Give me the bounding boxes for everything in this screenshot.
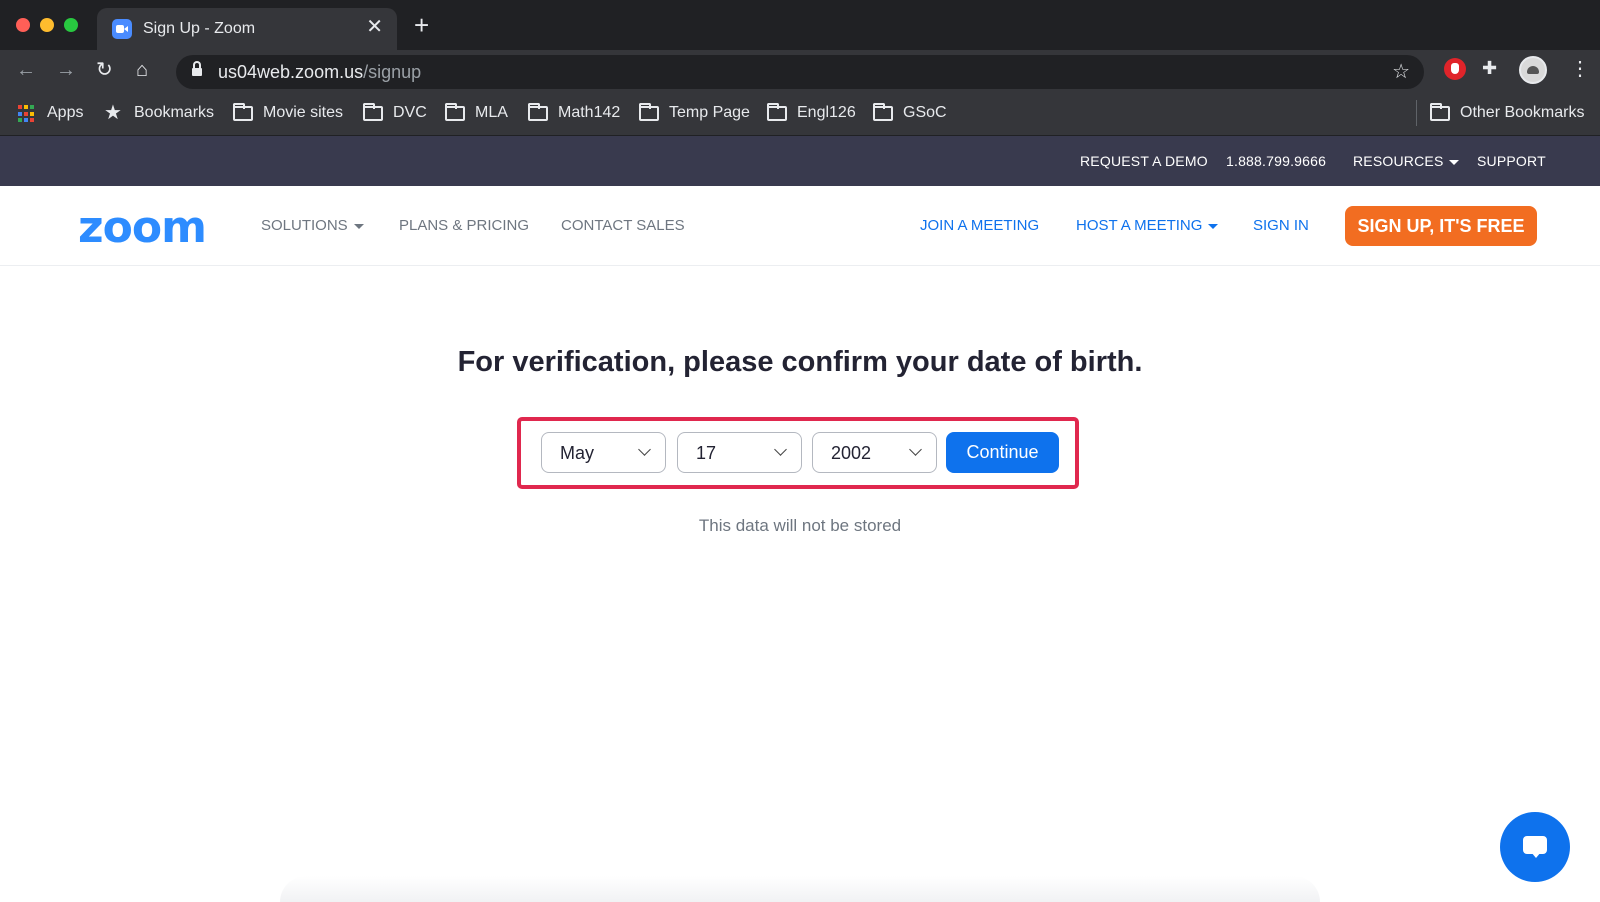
bookmark-folder-engl126[interactable]: Engl126 <box>797 104 856 122</box>
home-icon[interactable]: ⌂ <box>136 58 148 82</box>
adblock-extension-icon[interactable] <box>1444 58 1466 80</box>
year-select[interactable]: 2002 <box>812 432 937 473</box>
day-value: 17 <box>696 443 717 463</box>
plans-pricing-link[interactable]: PLANS & PRICING <box>399 217 529 234</box>
address-bar[interactable]: us04web.zoom.us/signup ☆ <box>176 55 1424 89</box>
zoom-main-nav: zoom SOLUTIONS PLANS & PRICING CONTACT S… <box>0 186 1600 266</box>
host-meeting-label: HOST A MEETING <box>1076 217 1203 234</box>
support-link[interactable]: SUPPORT <box>1477 153 1546 169</box>
lock-icon[interactable] <box>192 61 202 77</box>
folder-icon <box>233 103 253 121</box>
bookmark-folder-gsoc[interactable]: GSoC <box>903 104 947 122</box>
caret-down-icon <box>1208 223 1219 229</box>
bookmark-folder-temp-page[interactable]: Temp Page <box>669 104 750 122</box>
zoom-favicon-icon <box>112 19 132 39</box>
folder-icon <box>639 103 659 121</box>
reload-icon[interactable]: ↻ <box>96 58 113 82</box>
chevron-down-icon <box>909 443 922 456</box>
zoom-logo[interactable]: zoom <box>78 202 207 253</box>
month-value: May <box>560 443 595 463</box>
tab-close-icon[interactable]: ✕ <box>366 17 383 37</box>
privacy-note: This data will not be stored <box>698 516 902 535</box>
continue-button[interactable]: Continue <box>946 432 1059 473</box>
sign-in-link[interactable]: SIGN IN <box>1253 217 1309 234</box>
minimize-window-button[interactable] <box>40 18 54 32</box>
sign-up-free-button[interactable]: SIGN UP, IT'S FREE <box>1345 206 1537 246</box>
chevron-down-icon <box>638 443 651 456</box>
star-icon[interactable]: ☆ <box>1392 59 1410 84</box>
extensions-puzzle-icon[interactable]: ✚ <box>1482 58 1497 79</box>
bookmark-other-bookmarks[interactable]: Other Bookmarks <box>1460 104 1584 122</box>
maximize-window-button[interactable] <box>64 18 78 32</box>
folder-icon <box>445 103 465 121</box>
apps-grid-icon[interactable] <box>18 105 36 123</box>
browser-toolbar: ← → ↻ ⌂ us04web.zoom.us/signup ☆ ✚ ⋮ <box>0 50 1600 92</box>
chat-support-button[interactable] <box>1500 812 1570 882</box>
bookmark-folder-math142[interactable]: Math142 <box>558 104 620 122</box>
day-select[interactable]: 17 <box>677 432 802 473</box>
url-text: us04web.zoom.us/signup <box>218 62 422 82</box>
resources-menu[interactable]: RESOURCES <box>1353 153 1460 169</box>
solutions-menu[interactable]: SOLUTIONS <box>261 217 364 234</box>
year-value: 2002 <box>831 443 872 463</box>
caret-down-icon <box>1449 159 1460 165</box>
page-title: For verification, please confirm your da… <box>457 346 1143 378</box>
footer-edge <box>280 876 1320 902</box>
solutions-label: SOLUTIONS <box>261 217 348 234</box>
zoom-top-strip: REQUEST A DEMO 1.888.799.9666 RESOURCES … <box>0 136 1600 186</box>
folder-icon <box>363 103 383 121</box>
bookmark-apps[interactable]: Apps <box>47 104 83 122</box>
browser-tab-bar: Sign Up - Zoom ✕ + <box>0 0 1600 50</box>
bookmark-bookmarks[interactable]: Bookmarks <box>134 104 214 122</box>
bookmarks-bar: Apps ★ Bookmarks Movie sites DVC MLA Mat… <box>0 92 1600 136</box>
resources-label: RESOURCES <box>1353 153 1444 169</box>
month-select[interactable]: May <box>541 432 666 473</box>
caret-down-icon <box>353 223 364 229</box>
folder-icon <box>1430 103 1450 121</box>
bookmarks-star-icon: ★ <box>104 102 122 124</box>
chat-icon-tail <box>1531 852 1541 858</box>
profile-avatar[interactable] <box>1519 56 1547 84</box>
join-meeting-link[interactable]: JOIN A MEETING <box>920 217 1039 234</box>
bookmark-folder-mla[interactable]: MLA <box>475 104 508 122</box>
host-meeting-menu[interactable]: HOST A MEETING <box>1076 217 1219 234</box>
folder-icon <box>528 103 548 121</box>
chevron-down-icon <box>774 443 787 456</box>
forward-arrow-icon[interactable]: → <box>56 58 76 82</box>
bookmark-folder-movie-sites[interactable]: Movie sites <box>263 104 343 122</box>
new-tab-button[interactable]: + <box>414 12 429 38</box>
bookmarks-divider <box>1416 100 1417 126</box>
request-demo-link[interactable]: REQUEST A DEMO <box>1080 153 1208 169</box>
bookmark-folder-dvc[interactable]: DVC <box>393 104 427 122</box>
back-arrow-icon[interactable]: ← <box>16 58 36 82</box>
kebab-menu-icon[interactable]: ⋮ <box>1570 58 1590 80</box>
browser-tab[interactable]: Sign Up - Zoom ✕ <box>97 8 397 50</box>
phone-number-link[interactable]: 1.888.799.9666 <box>1226 153 1326 169</box>
folder-icon <box>767 103 787 121</box>
contact-sales-link[interactable]: CONTACT SALES <box>561 217 685 234</box>
folder-icon <box>873 103 893 121</box>
close-window-button[interactable] <box>16 18 30 32</box>
tab-title: Sign Up - Zoom <box>143 20 256 37</box>
